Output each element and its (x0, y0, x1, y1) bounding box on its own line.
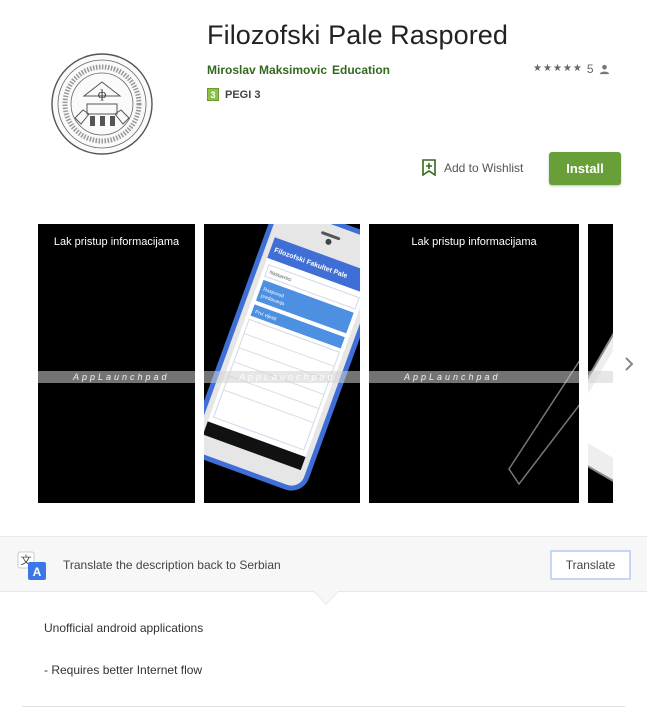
divider (22, 706, 625, 707)
tablet-mockup (588, 256, 613, 503)
translate-bar: 文 A Translate the description back to Se… (0, 536, 647, 592)
svg-text:A: A (33, 565, 42, 579)
screenshot-2[interactable]: Filozofski Fakultet Pale Nastavnici Rasp… (204, 224, 360, 503)
install-button[interactable]: Install (549, 152, 621, 185)
person-icon (599, 64, 609, 74)
add-to-wishlist-button[interactable]: Add to Wishlist (422, 159, 523, 176)
category-link[interactable]: Education (332, 63, 390, 77)
pegi-badge-icon: 3 (207, 88, 219, 101)
watermark (588, 371, 613, 383)
wishlist-label: Add to Wishlist (444, 160, 524, 175)
chevron-right-icon[interactable] (620, 352, 638, 376)
callout-notch (314, 591, 338, 604)
translate-message: Translate the description back to Serbia… (63, 558, 281, 572)
phone-mockup: Filozofski Fakultet Pale Nastavnici Rasp… (204, 224, 360, 491)
developer-link[interactable]: Miroslav Maksimovic (207, 63, 327, 77)
content-rating-label: PEGI 3 (225, 88, 261, 101)
watermark: AppLaunchpad (369, 371, 579, 383)
tablet-edge (508, 360, 579, 486)
description-line: - Requires better Internet flow (44, 663, 203, 677)
svg-text:ф: ф (98, 88, 107, 101)
screenshot-1[interactable]: Lak pristup informacijama AppLaunchpad (38, 224, 195, 503)
watermark: AppLaunchpad (38, 371, 195, 383)
star-icon: ★ (562, 63, 572, 74)
translate-button[interactable]: Translate (550, 550, 631, 580)
watermark: AppLaunchpad (204, 371, 360, 383)
screenshot-3[interactable]: Lak pristup informacijama AppLaunchpad (369, 224, 579, 503)
screenshot-caption: Lak pristup informacijama (53, 236, 180, 248)
bookmark-add-icon (422, 159, 436, 176)
app-title: Filozofski Pale Raspored (207, 20, 509, 50)
screenshot-4[interactable] (588, 224, 613, 503)
star-icon: ★ (552, 63, 562, 74)
rating-count: 5 (586, 62, 594, 76)
screenshot-carousel[interactable]: Lak pristup informacijama AppLaunchpad F… (38, 224, 613, 503)
rating-summary[interactable]: ★ ★ ★ ★ ★ 5 (533, 62, 610, 76)
star-icon: ★ (533, 63, 542, 74)
translate-icon: 文 A (17, 551, 46, 580)
app-logo: ф (50, 52, 154, 156)
content-rating: 3 PEGI 3 (207, 88, 260, 101)
star-icon: ★ (542, 63, 552, 74)
star-icon: ★ (572, 63, 582, 74)
description-line: Unofficial android applications (44, 621, 204, 635)
